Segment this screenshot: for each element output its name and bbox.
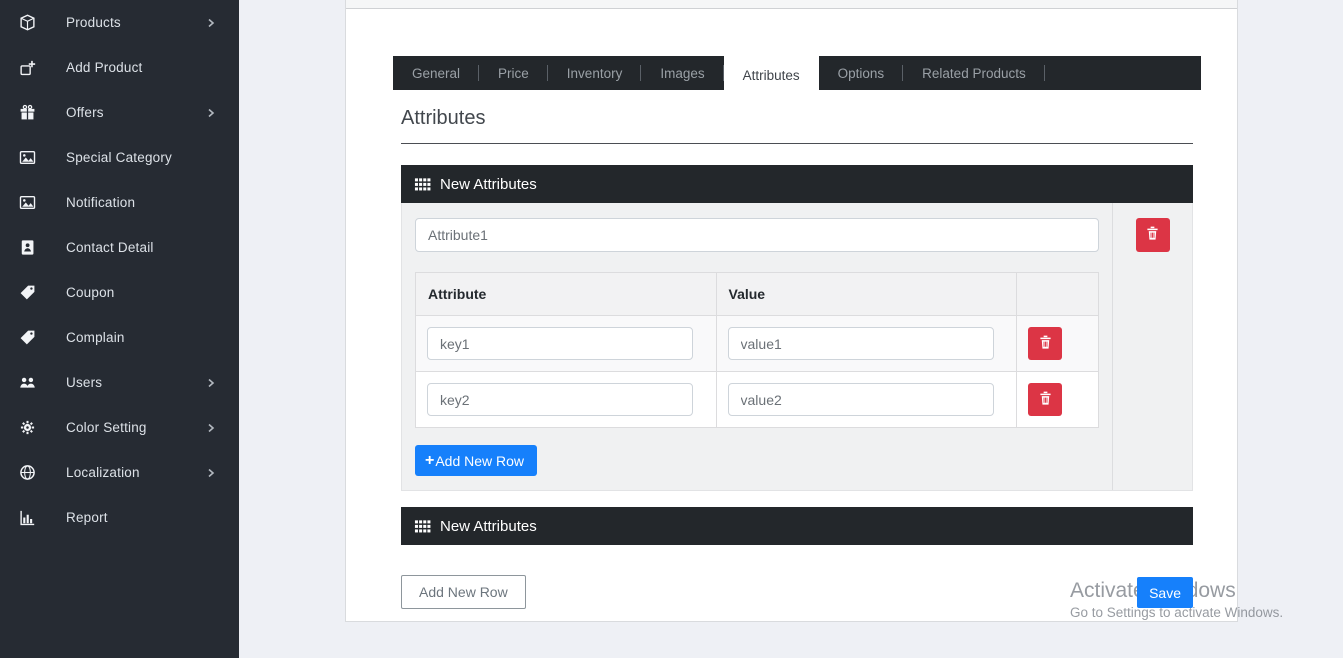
- chevron-right-icon: [205, 377, 217, 389]
- sidebar-item-color-setting[interactable]: Color Setting: [0, 405, 239, 450]
- panel-body: Attribute Value: [401, 203, 1193, 491]
- sidebar: Products Add Product Offers Special Cate…: [0, 0, 239, 658]
- sidebar-item-label: Report: [66, 510, 217, 525]
- add-new-attribute-button[interactable]: Add New Row: [401, 575, 526, 609]
- image-icon: [19, 194, 36, 211]
- tab-images[interactable]: Images: [641, 56, 723, 90]
- tab-label: Options: [838, 66, 885, 81]
- attribute-key-input[interactable]: [427, 383, 693, 416]
- table-row: [416, 372, 1099, 428]
- panel-header: New Attributes: [401, 165, 1193, 203]
- panel-title: New Attributes: [440, 518, 537, 535]
- plus-icon: +: [425, 453, 434, 469]
- tab-label: Price: [498, 66, 529, 81]
- attribute-key-input[interactable]: [427, 327, 693, 360]
- new-attributes-panel-2: New Attributes: [401, 507, 1193, 545]
- tab-label: Images: [660, 66, 704, 81]
- product-tabs: General Price Inventory Images Attribute…: [393, 56, 1201, 90]
- sidebar-item-special-category[interactable]: Special Category: [0, 135, 239, 180]
- sidebar-item-products[interactable]: Products: [0, 0, 239, 45]
- sidebar-item-notification[interactable]: Notification: [0, 180, 239, 225]
- gear-icon: [19, 419, 36, 436]
- sidebar-item-label: Localization: [66, 465, 205, 480]
- product-edit-card: General Price Inventory Images Attribute…: [345, 0, 1238, 622]
- save-button[interactable]: Save: [1137, 577, 1193, 608]
- chevron-right-icon: [205, 422, 217, 434]
- sidebar-item-label: Complain: [66, 330, 217, 345]
- panel-actions-column: [1112, 203, 1192, 490]
- sidebar-item-add-product[interactable]: Add Product: [0, 45, 239, 90]
- globe-icon: [19, 464, 36, 481]
- page-title: Attributes: [401, 107, 1193, 130]
- sidebar-item-label: Add Product: [66, 60, 217, 75]
- add-product-icon: [19, 59, 36, 76]
- tab-general[interactable]: General: [393, 56, 479, 90]
- sidebar-item-users[interactable]: Users: [0, 360, 239, 405]
- sidebar-item-label: Products: [66, 15, 205, 30]
- tab-attributes[interactable]: Attributes: [724, 56, 819, 94]
- trash-icon: [1039, 391, 1052, 409]
- table-grid-icon: [414, 177, 431, 192]
- gift-icon: [19, 104, 36, 121]
- panel-title: New Attributes: [440, 176, 537, 193]
- delete-row-button[interactable]: [1028, 327, 1062, 360]
- column-header-attribute: Attribute: [416, 273, 717, 316]
- tab-inventory[interactable]: Inventory: [548, 56, 642, 90]
- tab-related-products[interactable]: Related Products: [903, 56, 1045, 90]
- main-area: General Price Inventory Images Attribute…: [239, 0, 1343, 658]
- sidebar-item-report[interactable]: Report: [0, 495, 239, 540]
- attributes-table: Attribute Value: [415, 272, 1099, 428]
- sidebar-item-complain[interactable]: Complain: [0, 315, 239, 360]
- sidebar-item-label: Special Category: [66, 150, 217, 165]
- heading-divider: [401, 143, 1193, 144]
- image-icon: [19, 149, 36, 166]
- sidebar-item-label: Users: [66, 375, 205, 390]
- attribute-value-input[interactable]: [728, 327, 994, 360]
- table-header-row: Attribute Value: [416, 273, 1099, 316]
- tab-label: Related Products: [922, 66, 1026, 81]
- trash-icon: [1146, 226, 1159, 244]
- tab-price[interactable]: Price: [479, 56, 548, 90]
- sidebar-item-label: Color Setting: [66, 420, 205, 435]
- address-book-icon: [19, 239, 36, 256]
- table-grid-icon: [414, 519, 431, 534]
- sidebar-item-localization[interactable]: Localization: [0, 450, 239, 495]
- sidebar-item-offers[interactable]: Offers: [0, 90, 239, 135]
- tag-icon: [19, 329, 36, 346]
- sidebar-item-label: Coupon: [66, 285, 217, 300]
- sidebar-item-label: Notification: [66, 195, 217, 210]
- sidebar-item-label: Offers: [66, 105, 205, 120]
- sidebar-item-contact-detail[interactable]: Contact Detail: [0, 225, 239, 270]
- tab-options[interactable]: Options: [819, 56, 904, 90]
- attribute-name-input[interactable]: [415, 218, 1099, 252]
- cube-icon: [19, 14, 36, 31]
- tab-label: Attributes: [743, 68, 800, 83]
- tag-icon: [19, 284, 36, 301]
- add-new-row-label: Add New Row: [435, 453, 524, 469]
- panel-header[interactable]: New Attributes: [401, 507, 1193, 545]
- table-row: [416, 316, 1099, 372]
- column-header-value: Value: [716, 273, 1017, 316]
- delete-row-button[interactable]: [1028, 383, 1062, 416]
- users-icon: [19, 374, 36, 391]
- delete-attribute-button[interactable]: [1136, 218, 1170, 252]
- footer-actions: Add New Row Save: [401, 575, 1193, 609]
- chevron-right-icon: [205, 467, 217, 479]
- attribute-value-input[interactable]: [728, 383, 994, 416]
- sidebar-item-coupon[interactable]: Coupon: [0, 270, 239, 315]
- bar-chart-icon: [19, 509, 36, 526]
- new-attributes-panel: New Attributes Attribute Value: [401, 165, 1193, 491]
- tab-label: Inventory: [567, 66, 623, 81]
- column-header-actions: [1017, 273, 1099, 316]
- tab-label: General: [412, 66, 460, 81]
- chevron-right-icon: [205, 17, 217, 29]
- card-top-strip: [346, 0, 1237, 9]
- chevron-right-icon: [205, 107, 217, 119]
- sidebar-item-label: Contact Detail: [66, 240, 217, 255]
- trash-icon: [1039, 335, 1052, 353]
- add-new-row-button[interactable]: +Add New Row: [415, 445, 537, 476]
